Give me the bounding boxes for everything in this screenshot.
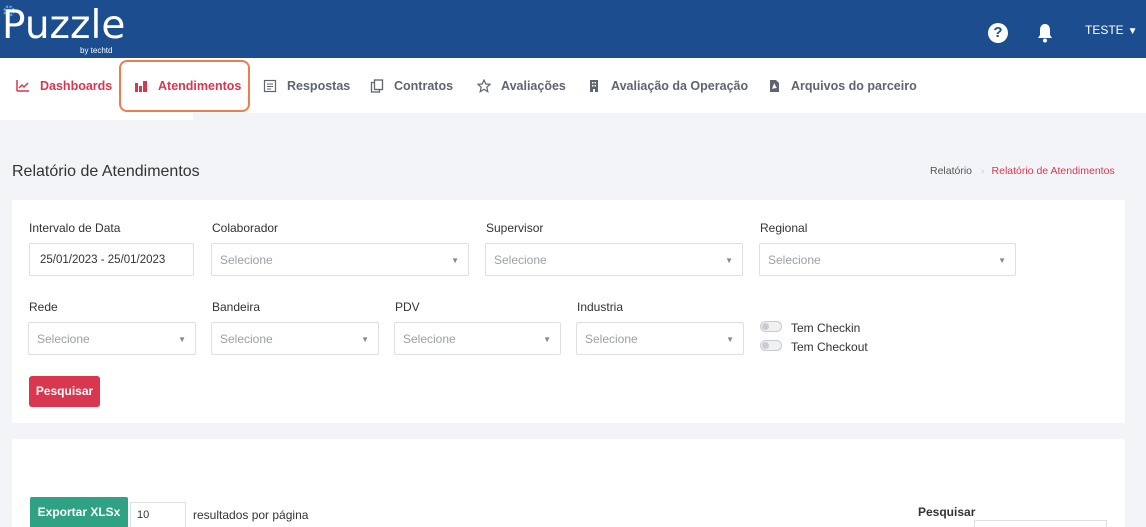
breadcrumb: Relatório › Relatório de Atendimentos (930, 165, 1115, 177)
checkout-label: Tem Checkout (791, 340, 868, 354)
colaborador-label: Colaborador (212, 221, 279, 235)
chevron-down-icon: ▼ (998, 256, 1006, 265)
bell-icon[interactable] (1037, 23, 1053, 43)
industria-select[interactable]: Selecione ▼ (576, 322, 744, 355)
nav-item-avaliacoes[interactable]: Avaliações (477, 78, 566, 94)
search-button[interactable]: Pesquisar (29, 376, 100, 407)
checkin-label: Tem Checkin (791, 321, 861, 335)
bandeira-select[interactable]: Selecione ▼ (211, 322, 379, 355)
nav-item-avaliacao-operacao[interactable]: Avaliação da Operação (587, 78, 748, 94)
bandeira-label: Bandeira (212, 300, 261, 314)
checkin-toggle[interactable] (760, 321, 782, 332)
user-menu[interactable]: TESTE ▼ (1085, 23, 1138, 39)
pdv-label: PDV (395, 300, 420, 314)
chevron-down-icon: ▼ (726, 335, 734, 344)
nav-item-arquivos-parceiro[interactable]: Arquivos do parceiro (767, 78, 917, 94)
bandeira-value: Selecione (220, 332, 273, 346)
top-bar: Puzzle by techtd ? TESTE ▼ (0, 0, 1146, 58)
pdf-file-icon (770, 80, 779, 92)
breadcrumb-relatorio[interactable]: Relatório (930, 165, 972, 177)
supervisor-select[interactable]: Selecione ▼ (485, 243, 743, 276)
highlight-atendimentos (119, 60, 250, 112)
help-icon[interactable]: ? (988, 23, 1008, 43)
nav-label-contratos: Contratos (394, 79, 454, 93)
form-icon (263, 79, 277, 93)
nav-item-respostas[interactable]: Respostas (263, 78, 350, 94)
logo-subtitle: by techtd (80, 46, 113, 55)
table-search-input[interactable] (974, 520, 1107, 527)
industria-value: Selecione (585, 332, 638, 346)
line-chart-icon (16, 80, 29, 92)
nav-item-dashboards[interactable]: Dashboards (16, 78, 112, 94)
per-page-select[interactable]: 10 (130, 502, 186, 527)
nav-item-contratos[interactable]: Contratos (370, 78, 453, 94)
chevron-down-icon: ▼ (725, 256, 733, 265)
chevron-down-icon: ▼ (543, 335, 551, 344)
chevron-down-icon: ▼ (1127, 26, 1138, 37)
filter-card (12, 200, 1125, 423)
nav-label-arquivos-parceiro: Arquivos do parceiro (791, 79, 917, 93)
pdv-select[interactable]: Selecione ▼ (394, 322, 561, 355)
supervisor-value: Selecione (494, 253, 547, 267)
date-range-input[interactable]: 25/01/2023 - 25/01/2023 (29, 243, 194, 276)
checkout-toggle[interactable] (760, 340, 782, 351)
puzzle-logo[interactable]: Puzzle by techtd (0, 2, 130, 58)
chevron-down-icon: ▼ (361, 335, 369, 344)
nav-label-respostas: Respostas (287, 79, 351, 93)
chevron-down-icon: ▼ (451, 256, 459, 265)
pdv-value: Selecione (403, 332, 456, 346)
nav-label-avaliacoes: Avaliações (501, 79, 566, 93)
table-search-label: Pesquisar (918, 505, 976, 519)
industria-label: Industria (577, 300, 624, 314)
export-xlsx-button[interactable]: Exportar XLSx (30, 497, 128, 527)
colaborador-value: Selecione (220, 253, 273, 267)
regional-select[interactable]: Selecione ▼ (759, 243, 1016, 276)
page-title: Relatório de Atendimentos (12, 163, 200, 180)
logo-text: Puzzle (2, 3, 126, 48)
user-name: TESTE (1085, 23, 1124, 37)
colaborador-select[interactable]: Selecione ▼ (211, 243, 469, 276)
rede-label: Rede (29, 300, 58, 314)
rede-select[interactable]: Selecione ▼ (28, 322, 196, 355)
building-icon (590, 80, 598, 92)
date-range-label: Intervalo de Data (29, 221, 121, 235)
per-page-label: resultados por página (193, 508, 309, 522)
supervisor-label: Supervisor (486, 221, 544, 235)
breadcrumb-separator-icon: › (981, 165, 985, 177)
nav-active-indicator (0, 112, 193, 120)
nav-label-avaliacao-operacao: Avaliação da Operação (611, 79, 749, 93)
chevron-down-icon: ▼ (178, 335, 186, 344)
regional-label: Regional (760, 221, 808, 235)
rede-value: Selecione (37, 332, 90, 346)
breadcrumb-current: Relatório de Atendimentos (991, 165, 1115, 177)
star-icon (477, 79, 491, 93)
regional-value: Selecione (768, 253, 821, 267)
nav-label-dashboards: Dashboards (40, 79, 113, 93)
copy-icon (370, 79, 384, 93)
